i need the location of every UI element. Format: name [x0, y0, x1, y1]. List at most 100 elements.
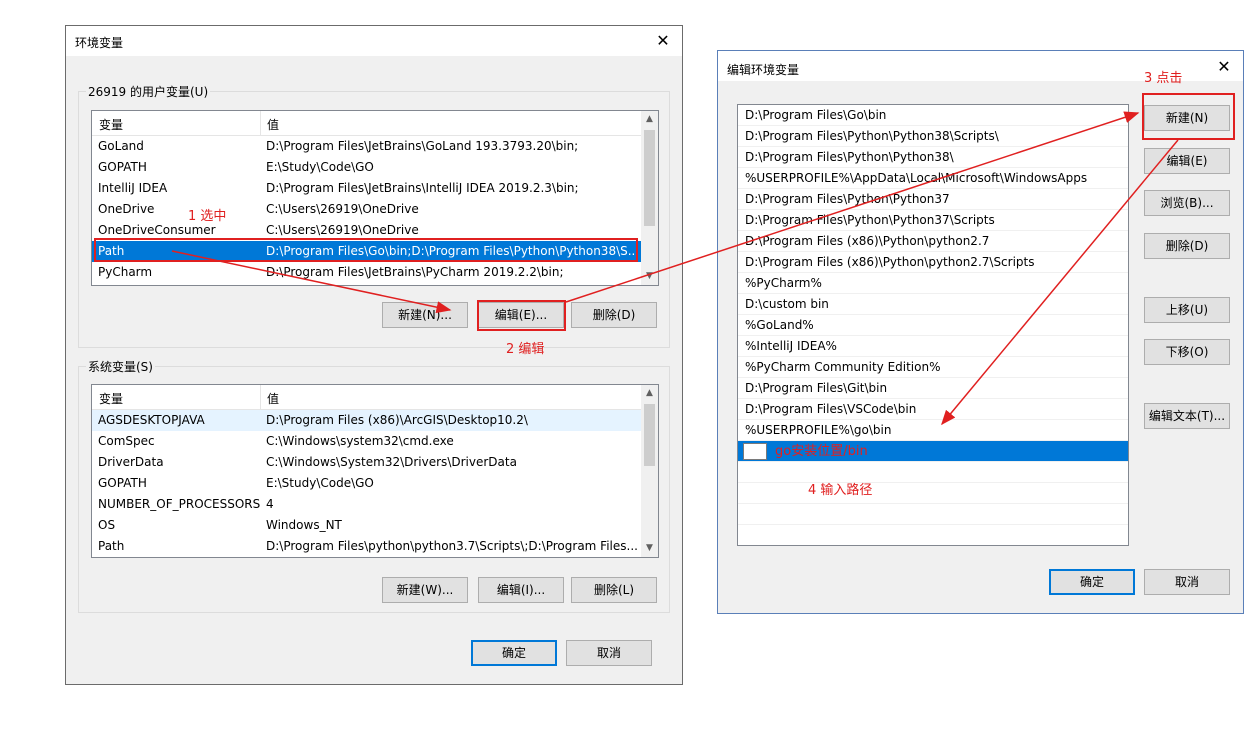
table-row[interactable]: GOPATH E:\Study\Code\GO — [92, 473, 641, 494]
close-icon[interactable]: ✕ — [652, 30, 674, 52]
user-vars-scrollbar[interactable]: ▲ ▼ — [641, 111, 658, 285]
scroll-thumb[interactable] — [644, 130, 655, 226]
list-item[interactable]: %IntelliJ IDEA% — [738, 336, 1128, 357]
path-move-down-button[interactable]: 下移(O) — [1144, 339, 1230, 365]
close-icon[interactable]: ✕ — [1213, 56, 1235, 78]
list-item[interactable]: %USERPROFILE%\go\bin — [738, 420, 1128, 441]
variable-name: OneDrive — [98, 202, 155, 216]
list-item[interactable]: D:\Program Files\Go\bin — [738, 105, 1128, 126]
path-delete-button[interactable]: 删除(D) — [1144, 233, 1230, 259]
system-new-button[interactable]: 新建(W)... — [382, 577, 468, 603]
variable-value: D:\Program Files\JetBrains\IntelliJ IDEA… — [266, 181, 579, 195]
path-new-button[interactable]: 新建(N) — [1144, 105, 1230, 131]
scroll-thumb[interactable] — [644, 404, 655, 466]
path-edit-button[interactable]: 编辑(E) — [1144, 148, 1230, 174]
variable-value: D:\Program Files\JetBrains\PyCharm 2019.… — [266, 265, 564, 279]
scroll-down-icon[interactable]: ▼ — [641, 540, 658, 557]
system-vars-list[interactable]: 变量 值 AGSDESKTOPJAVA D:\Program Files (x86… — [91, 384, 659, 558]
list-item[interactable]: D:\Program Files\Python\Python38\ — [738, 147, 1128, 168]
column-header-variable[interactable]: 变量 — [99, 390, 123, 407]
path-edit-row[interactable]: go安装位置/bin — [738, 441, 1128, 462]
list-item[interactable]: %PyCharm% — [738, 273, 1128, 294]
table-row[interactable]: OneDriveConsumer C:\Users\26919\OneDrive — [92, 220, 641, 241]
system-vars-scrollbar[interactable]: ▲ ▼ — [641, 385, 658, 557]
table-row[interactable]: GOPATH E:\Study\Code\GO — [92, 157, 641, 178]
column-header-value[interactable]: 值 — [267, 116, 279, 133]
path-browse-button[interactable]: 浏览(B)... — [1144, 190, 1230, 216]
list-item[interactable]: %USERPROFILE%\AppData\Local\Microsoft\Wi… — [738, 168, 1128, 189]
variable-value: Windows_NT — [266, 518, 342, 532]
env-cancel-button[interactable]: 取消 — [566, 640, 652, 666]
path-move-up-button[interactable]: 上移(U) — [1144, 297, 1230, 323]
variable-name: GoLand — [98, 139, 144, 153]
env-dialog-title: 环境变量 — [75, 36, 124, 50]
path-list[interactable]: D:\Program Files\Go\bin D:\Program Files\… — [737, 104, 1129, 546]
list-item[interactable]: D:\Program Files (x86)\Python\python2.7 — [738, 231, 1128, 252]
variable-name: AGSDESKTOPJAVA — [98, 413, 205, 427]
column-header-variable[interactable]: 变量 — [99, 116, 123, 133]
variable-value: D:\Program Files\JetBrains\GoLand 193.37… — [266, 139, 579, 153]
variable-name: GOPATH — [98, 160, 147, 174]
table-row[interactable]: OS Windows_NT — [92, 515, 641, 536]
list-item[interactable]: D:\Program Files\Python\Python38\Scripts… — [738, 126, 1128, 147]
edit-ok-button[interactable]: 确定 — [1049, 569, 1135, 595]
table-row[interactable]: IntelliJ IDEA D:\Program Files\JetBrains\… — [92, 178, 641, 199]
table-row[interactable]: PyCharm D:\Program Files\JetBrains\PyChar… — [92, 262, 641, 283]
variable-value: D:\Program Files (x86)\ArcGIS\Desktop10.… — [266, 413, 528, 427]
edit-cancel-button[interactable]: 取消 — [1144, 569, 1230, 595]
table-row[interactable]: NUMBER_OF_PROCESSORS 4 — [92, 494, 641, 515]
system-delete-button[interactable]: 删除(L) — [571, 577, 657, 603]
variable-value: D:\Program Files\Go\bin;D:\Program Files… — [266, 244, 637, 258]
env-variables-dialog: 环境变量 ✕ 26919 的用户变量(U) 变量 值 GoLand D:\Prog… — [65, 25, 683, 685]
empty-list-item — [738, 525, 1128, 545]
variable-value: E:\Study\Code\GO — [266, 476, 374, 490]
user-edit-button[interactable]: 编辑(E)... — [478, 302, 564, 328]
system-edit-button[interactable]: 编辑(I)... — [478, 577, 564, 603]
edit-dialog-title: 编辑环境变量 — [727, 63, 800, 77]
scroll-down-icon[interactable]: ▼ — [641, 268, 658, 285]
variable-name: GOPATH — [98, 476, 147, 490]
table-row[interactable]: Path D:\Program Files\Go\bin;D:\Program F… — [92, 241, 641, 262]
scroll-up-icon[interactable]: ▲ — [641, 385, 658, 402]
table-row[interactable]: GoLand D:\Program Files\JetBrains\GoLand … — [92, 136, 641, 157]
edit-env-variable-dialog: 编辑环境变量 ✕ D:\Program Files\Go\bin D:\Progr… — [717, 50, 1244, 614]
annotation-step2: 2 编辑 — [506, 342, 545, 357]
variable-value: C:\Windows\System32\Drivers\DriverData — [266, 455, 517, 469]
variable-value: C:\Users\26919\OneDrive — [266, 223, 419, 237]
user-delete-button[interactable]: 删除(D) — [571, 302, 657, 328]
scroll-up-icon[interactable]: ▲ — [641, 111, 658, 128]
variable-name: IntelliJ IDEA — [98, 181, 168, 195]
variable-value: C:\Users\26919\OneDrive — [266, 202, 419, 216]
list-item[interactable]: D:\Program Files\Python\Python37\Scripts — [738, 210, 1128, 231]
empty-list-item — [738, 504, 1128, 525]
variable-name: OS — [98, 518, 116, 532]
user-vars-list[interactable]: 变量 值 GoLand D:\Program Files\JetBrains\Go… — [91, 110, 659, 286]
column-header-value[interactable]: 值 — [267, 390, 279, 407]
user-vars-header: 变量 值 — [92, 111, 641, 136]
system-vars-header: 变量 值 — [92, 385, 641, 410]
list-item[interactable]: D:\Program Files\Python\Python37 — [738, 189, 1128, 210]
annotation-step3: 3 点击 — [1144, 71, 1183, 86]
env-ok-button[interactable]: 确定 — [471, 640, 557, 666]
table-row[interactable]: OneDrive C:\Users\26919\OneDrive — [92, 199, 641, 220]
list-item[interactable]: D:\Program Files\VSCode\bin — [738, 399, 1128, 420]
variable-value: E:\Study\Code\GO — [266, 160, 374, 174]
table-row[interactable]: Path D:\Program Files\python\python3.7\Sc… — [92, 536, 641, 557]
list-item[interactable]: %GoLand% — [738, 315, 1128, 336]
user-vars-label: 26919 的用户变量(U) — [86, 83, 211, 100]
path-edit-text-button[interactable]: 编辑文本(T)... — [1144, 403, 1230, 429]
variable-name: ComSpec — [98, 434, 155, 448]
table-row[interactable]: DriverData C:\Windows\System32\Drivers\Dr… — [92, 452, 641, 473]
variable-value: 4 — [266, 497, 274, 511]
user-new-button[interactable]: 新建(N)... — [382, 302, 468, 328]
empty-list-item — [738, 462, 1128, 483]
list-item[interactable]: D:\Program Files (x86)\Python\python2.7\… — [738, 252, 1128, 273]
list-item[interactable]: %PyCharm Community Edition% — [738, 357, 1128, 378]
table-row[interactable]: ComSpec C:\Windows\system32\cmd.exe — [92, 431, 641, 452]
system-vars-label: 系统变量(S) — [86, 358, 155, 375]
list-item[interactable]: D:\custom bin — [738, 294, 1128, 315]
variable-name: PyCharm — [98, 265, 153, 279]
path-edit-input[interactable] — [743, 443, 767, 460]
list-item[interactable]: D:\Program Files\Git\bin — [738, 378, 1128, 399]
table-row[interactable]: AGSDESKTOPJAVA D:\Program Files (x86)\Arc… — [92, 410, 641, 431]
